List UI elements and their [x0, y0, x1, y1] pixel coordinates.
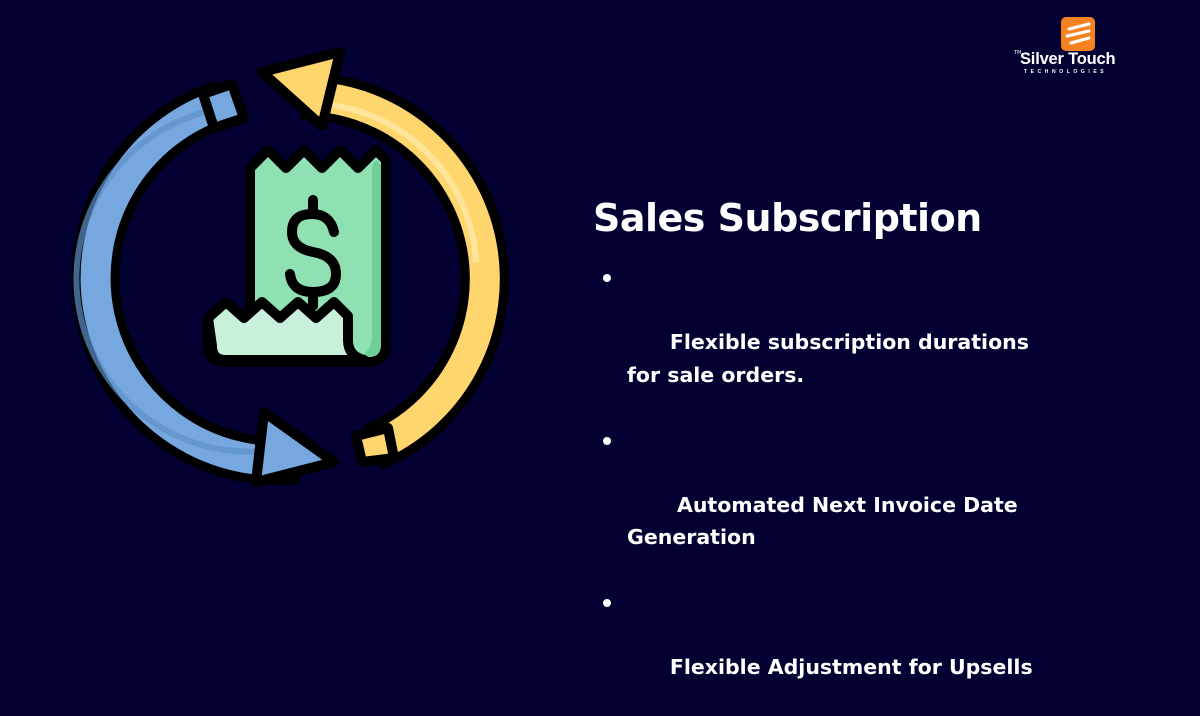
content-panel: Sales Subscription Flexible subscription…: [593, 194, 1063, 716]
feature-item: Automated Next Invoice Date Generation: [593, 424, 1063, 587]
feature-item: Flexible subscription durations for sale…: [593, 261, 1063, 424]
subscription-illustration: [71, 47, 509, 487]
logo-tagline: TECHNOLOGIES: [1024, 69, 1108, 75]
feature-item: Flexible Adjustment for Upsells: [593, 586, 1063, 716]
bullet-icon: [603, 599, 611, 607]
receipt-icon: [203, 145, 391, 367]
bullet-icon: [603, 436, 611, 445]
company-logo: TM Silver Touch TECHNOLOGIES: [1010, 14, 1145, 76]
feature-text: Automated Next Invoice Date Generation: [627, 492, 1025, 550]
page-title: Sales Subscription: [593, 196, 982, 240]
feature-text: Flexible subscription durations for sale…: [627, 330, 1037, 387]
feature-list: Flexible subscription durations for sale…: [593, 261, 1063, 716]
feature-text: Flexible Adjustment for Upsells: [669, 655, 1033, 679]
logo-name: Silver Touch: [1020, 50, 1116, 68]
bullet-icon: [603, 274, 611, 282]
logo-mark-icon: [1061, 17, 1095, 51]
